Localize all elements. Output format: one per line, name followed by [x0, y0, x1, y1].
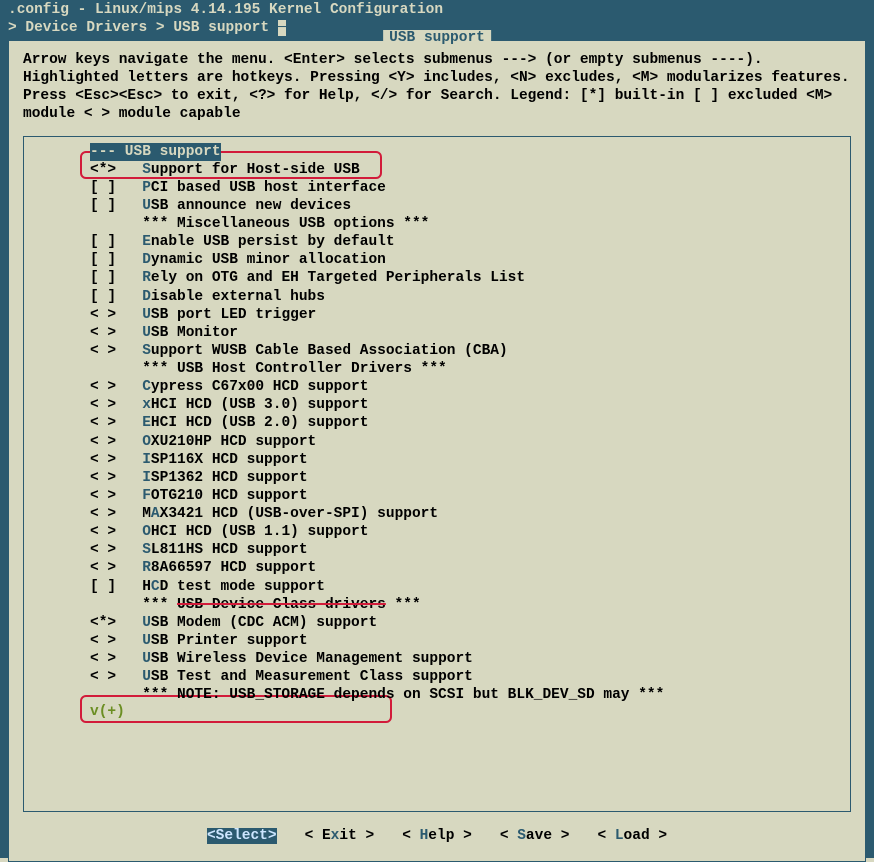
menu-item[interactable]: *** Miscellaneous USB options ***: [30, 215, 844, 233]
help-button[interactable]: < Help >: [402, 828, 472, 844]
menu-item[interactable]: *** USB Device Class drivers ***: [30, 596, 844, 614]
help-text: Arrow keys navigate the menu. <Enter> se…: [9, 41, 865, 130]
menu-item[interactable]: < > USB Printer support: [30, 632, 844, 650]
load-button[interactable]: < Load >: [597, 828, 667, 844]
menu-item[interactable]: [ ] HCD test mode support: [30, 578, 844, 596]
select-button[interactable]: <Select>: [207, 828, 277, 844]
menu-item[interactable]: <*> USB Modem (CDC ACM) support: [30, 614, 844, 632]
menu-item[interactable]: < > FOTG210 HCD support: [30, 487, 844, 505]
menu-item[interactable]: [ ] PCI based USB host interface: [30, 179, 844, 197]
exit-button[interactable]: < Exit >: [305, 828, 375, 844]
menu-item[interactable]: *** NOTE: USB_STORAGE depends on SCSI bu…: [30, 686, 844, 704]
menu-item[interactable]: < > USB Monitor: [30, 324, 844, 342]
menu-item[interactable]: [ ] USB announce new devices: [30, 197, 844, 215]
window-title: .config - Linux/mips 4.14.195 Kernel Con…: [0, 0, 874, 20]
menu-item[interactable]: < > Cypress C67x00 HCD support: [30, 378, 844, 396]
menu-item[interactable]: < > USB Wireless Device Management suppo…: [30, 650, 844, 668]
menu-item[interactable]: *** USB Host Controller Drivers ***: [30, 360, 844, 378]
menu-item[interactable]: < > Support WUSB Cable Based Association…: [30, 342, 844, 360]
menu-box: --- USB support <*> Support for Host-sid…: [23, 136, 851, 812]
menu-item[interactable]: < > MAX3421 HCD (USB-over-SPI) support: [30, 505, 844, 523]
panel-title: USB support: [383, 30, 491, 46]
menu-item[interactable]: < > R8A66597 HCD support: [30, 559, 844, 577]
menu-item[interactable]: < > OXU210HP HCD support: [30, 433, 844, 451]
more-indicator: v(+): [30, 704, 844, 720]
menu-item[interactable]: < > OHCI HCD (USB 1.1) support: [30, 523, 844, 541]
menu-item[interactable]: <*> Support for Host-side USB: [30, 161, 844, 179]
panel: USB support Arrow keys navigate the menu…: [8, 40, 866, 862]
save-button[interactable]: < Save >: [500, 828, 570, 844]
menu-item[interactable]: < > ISP1362 HCD support: [30, 469, 844, 487]
menu-item[interactable]: < > EHCI HCD (USB 2.0) support: [30, 414, 844, 432]
menu-item[interactable]: < > SL811HS HCD support: [30, 541, 844, 559]
menu-item[interactable]: < > ISP116X HCD support: [30, 451, 844, 469]
menu-item[interactable]: [ ] Enable USB persist by default: [30, 233, 844, 251]
section-heading: --- USB support: [30, 143, 844, 161]
menu-item[interactable]: [ ] Dynamic USB minor allocation: [30, 251, 844, 269]
menu-item[interactable]: < > USB port LED trigger: [30, 306, 844, 324]
menu-item[interactable]: < > xHCI HCD (USB 3.0) support: [30, 396, 844, 414]
menu-item[interactable]: [ ] Rely on OTG and EH Targeted Peripher…: [30, 269, 844, 287]
terminal-screen: .config - Linux/mips 4.14.195 Kernel Con…: [0, 0, 874, 858]
menu-item[interactable]: < > USB Test and Measurement Class suppo…: [30, 668, 844, 686]
menu-item[interactable]: [ ] Disable external hubs: [30, 288, 844, 306]
button-bar: <Select> < Exit > < Help > < Save > < Load >: [9, 818, 865, 844]
